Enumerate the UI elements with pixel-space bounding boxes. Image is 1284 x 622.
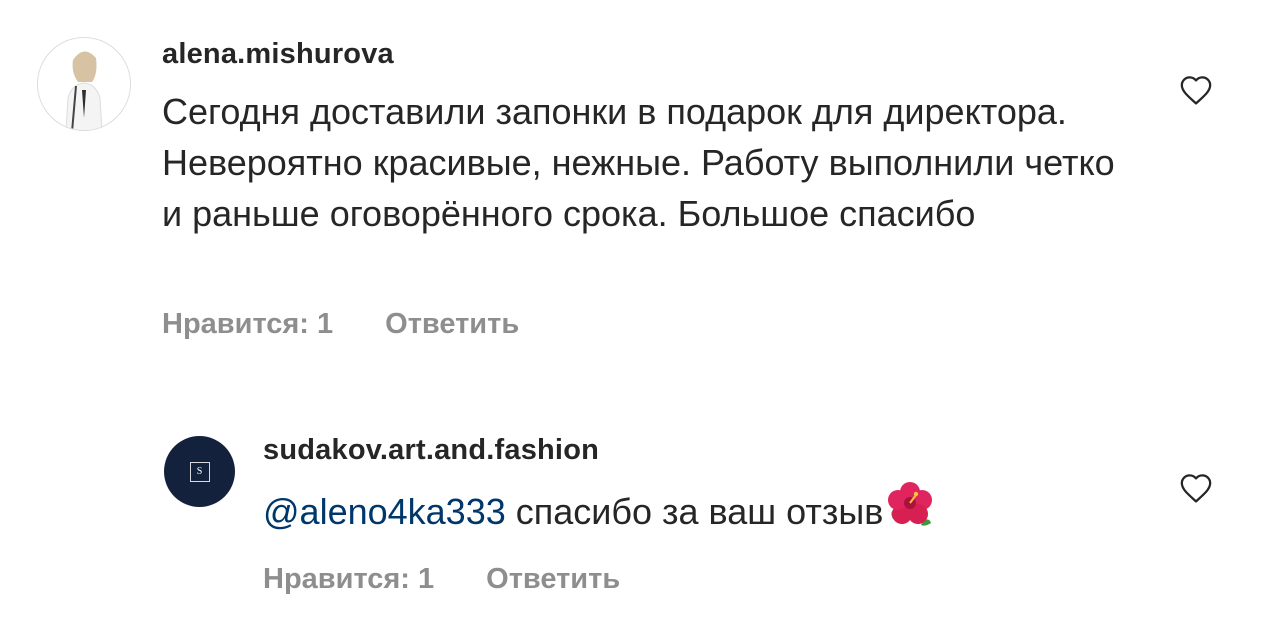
reply-actions: Нравится: 1 Ответить [263, 563, 620, 596]
avatar[interactable] [37, 37, 131, 131]
hibiscus-icon [885, 481, 935, 540]
reply-text: спасибо за ваш отзыв [505, 491, 884, 533]
reply-button[interactable]: Ответить [385, 308, 519, 341]
heart-outline-icon[interactable] [1179, 74, 1213, 106]
heart-outline-icon[interactable] [1179, 472, 1213, 504]
likes-count-button[interactable]: Нравится: 1 [263, 563, 434, 596]
reply-username[interactable]: sudakov.art.and.fashion [263, 434, 599, 467]
comment-username[interactable]: alena.mishurova [162, 38, 394, 71]
avatar[interactable]: S [164, 436, 235, 507]
comment-actions: Нравится: 1 Ответить [162, 308, 519, 341]
mention-link[interactable]: @aleno4ka333 [263, 491, 506, 532]
avatar-monogram: S [189, 461, 210, 482]
comment-text: Сегодня доставили запонки в подарок для … [162, 91, 1115, 234]
likes-count-button[interactable]: Нравится: 1 [162, 308, 333, 341]
reply-button[interactable]: Ответить [486, 563, 620, 596]
reply-text-line: @aleno4ka333 спасибо за ваш отзыв [263, 482, 1163, 544]
user-photo-icon [38, 38, 130, 130]
